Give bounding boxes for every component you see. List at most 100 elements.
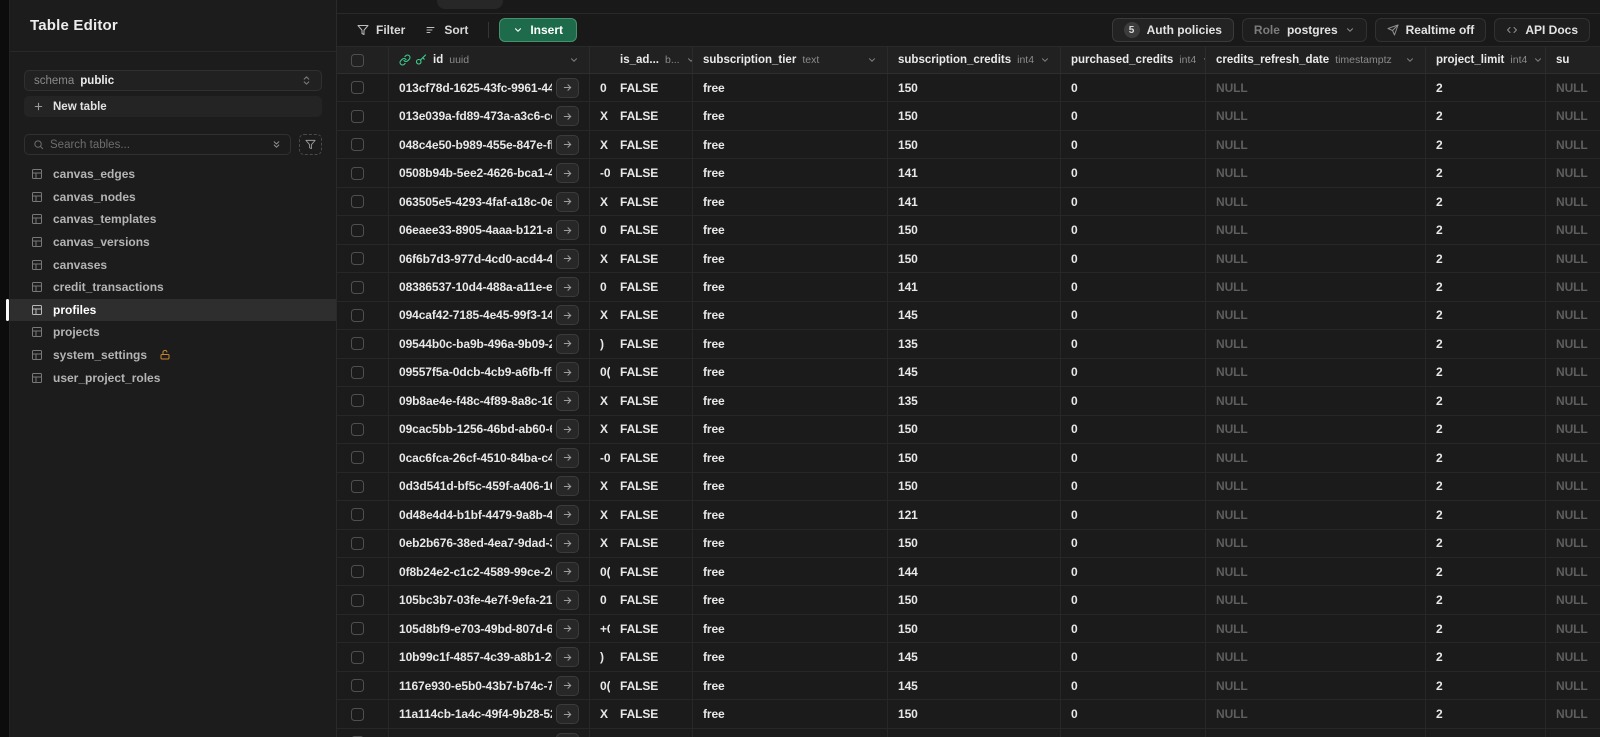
cell-id[interactable]: 09544b0c-ba9b-496a-9b09-244... (389, 330, 590, 358)
cell-purchased-credits[interactable]: 0 (1061, 415, 1206, 444)
column-header-clipped[interactable] (590, 47, 610, 73)
cell-purchased-credits[interactable]: 0 (1061, 301, 1206, 330)
cell-is-admin[interactable]: FALSE (610, 614, 693, 643)
row-checkbox[interactable] (351, 81, 364, 95)
cell-clipped[interactable]: X (590, 245, 610, 272)
cell-purchased-credits[interactable]: 0 (1061, 74, 1206, 102)
cell-is-admin[interactable]: FALSE (610, 529, 693, 557)
cell-clipped[interactable]: 0 (590, 216, 610, 243)
cell-project-limit[interactable]: 2 (1426, 358, 1546, 387)
cell-subscription-tier[interactable]: free (693, 102, 888, 130)
sidebar-table-item[interactable]: canvases (10, 253, 336, 276)
sidebar-table-item[interactable]: canvas_versions (10, 231, 336, 254)
cell-is-admin[interactable]: FALSE (610, 671, 693, 700)
schema-select[interactable]: schema public (24, 70, 322, 91)
cell-purchased-credits[interactable]: 0 (1061, 187, 1206, 216)
cell-subscription-credits[interactable]: 150 (888, 472, 1061, 501)
cell-is-admin[interactable]: FALSE (610, 586, 693, 614)
cell-project-limit[interactable]: 2 (1426, 159, 1546, 187)
cell-subscription-tier[interactable]: free (693, 415, 888, 444)
cell-id[interactable]: 09cac5bb-1256-46bd-ab60-64ed... (389, 415, 590, 444)
chevrons-down-icon[interactable] (271, 139, 282, 150)
cell-is-admin[interactable]: FALSE (610, 244, 693, 273)
filter-button[interactable]: Filter (347, 18, 415, 42)
cell-purchased-credits[interactable]: 0 (1061, 472, 1206, 501)
cell-purchased-credits[interactable]: 0 (1061, 387, 1206, 415)
cell-subscription-credits[interactable]: 150 (888, 614, 1061, 643)
cell-project-limit[interactable]: 2 (1426, 74, 1546, 102)
select-all-checkbox[interactable] (351, 53, 364, 67)
sidebar-table-item[interactable]: user_project_roles (10, 366, 336, 389)
cell-clipped[interactable]: X (590, 416, 610, 443)
cell-subscription-credits[interactable]: 141 (888, 273, 1061, 301)
cell-purchased-credits[interactable]: 0 (1061, 586, 1206, 614)
sidebar-table-item[interactable]: profiles (10, 298, 336, 322)
cell-subscription-credits[interactable]: 150 (888, 216, 1061, 244)
cell-su[interactable]: NULL (1546, 330, 1600, 357)
cell-credits-refresh-date[interactable]: NULL (1206, 700, 1426, 728)
cell-subscription-tier[interactable]: free (693, 358, 888, 387)
cell-credits-refresh-date[interactable]: NULL (1206, 102, 1426, 130)
cell-su[interactable]: NULL (1546, 102, 1600, 129)
cell-id[interactable]: 094caf42-7185-4e45-99f3-14abee... (389, 301, 590, 330)
row-checkbox[interactable] (351, 308, 364, 322)
cell-subscription-tier[interactable]: free (693, 330, 888, 358)
cell-subscription-tier[interactable]: free (693, 130, 888, 159)
cell-subscription-tier[interactable]: free (693, 301, 888, 330)
row-checkbox[interactable] (351, 508, 364, 522)
expand-row-button[interactable] (556, 533, 579, 554)
cell-is-admin[interactable]: FALSE (610, 501, 693, 529)
row-checkbox[interactable] (351, 451, 364, 465)
row-checkbox[interactable] (351, 280, 364, 294)
cell-is-admin[interactable]: FALSE (610, 557, 693, 586)
cell-credits-refresh-date[interactable]: NULL (1206, 614, 1426, 643)
cell-clipped[interactable]: X (590, 473, 610, 500)
sort-button[interactable]: Sort (415, 18, 478, 42)
cell-purchased-credits[interactable]: 0 (1061, 671, 1206, 700)
cell-purchased-credits[interactable]: 0 (1061, 216, 1206, 244)
expand-row-button[interactable] (556, 476, 579, 497)
row-checkbox[interactable] (351, 622, 364, 636)
cell-id[interactable]: 105bc3b7-03fe-4e7f-9efa-21bb40... (389, 586, 590, 614)
cell-su[interactable]: NULL (1546, 131, 1600, 158)
cell-su[interactable]: NULL (1546, 672, 1600, 699)
api-docs-button[interactable]: API Docs (1494, 18, 1590, 42)
cell-is-admin[interactable]: FALSE (610, 472, 693, 501)
search-tables-box[interactable] (24, 134, 291, 155)
cell-is-admin[interactable]: FALSE (610, 102, 693, 130)
cell-id[interactable]: 013e039a-fd89-473a-a3c6-ccfa9... (389, 102, 590, 130)
cell-purchased-credits[interactable]: 0 (1061, 557, 1206, 586)
cell-subscription-credits[interactable]: 121 (888, 501, 1061, 529)
cell-su[interactable]: NULL (1546, 444, 1600, 471)
cell-credits-refresh-date[interactable]: NULL (1206, 358, 1426, 387)
new-table-button[interactable]: New table (24, 96, 322, 117)
cell-project-limit[interactable] (1426, 728, 1546, 737)
expand-row-button[interactable] (556, 504, 579, 525)
cell-clipped[interactable]: ) (590, 643, 610, 670)
cell-is-admin[interactable]: FALSE (610, 74, 693, 102)
cell-purchased-credits[interactable]: 0 (1061, 700, 1206, 728)
cell-purchased-credits[interactable]: 0 (1061, 358, 1206, 387)
cell-purchased-credits[interactable]: 0 (1061, 273, 1206, 301)
cell-clipped[interactable]: 0 (590, 586, 610, 613)
cell-id[interactable] (389, 728, 590, 737)
cell-is-admin[interactable]: FALSE (610, 643, 693, 671)
cell-purchased-credits[interactable]: 0 (1061, 501, 1206, 529)
cell-purchased-credits[interactable]: 0 (1061, 643, 1206, 671)
sidebar-table-item[interactable]: projects (10, 321, 336, 344)
cell-id[interactable]: 11a114cb-1a4c-49f4-9b28-52219ec... (389, 700, 590, 728)
cell-purchased-credits[interactable]: 0 (1061, 159, 1206, 187)
cell-credits-refresh-date[interactable]: NULL (1206, 501, 1426, 529)
sidebar-table-item[interactable]: credit_transactions (10, 276, 336, 299)
cell-subscription-tier[interactable]: free (693, 472, 888, 501)
cell-id[interactable]: 1167e930-e5b0-43b7-b74c-788c9... (389, 671, 590, 700)
cell-credits-refresh-date[interactable]: NULL (1206, 216, 1426, 244)
cell-subscription-credits[interactable]: 145 (888, 643, 1061, 671)
cell-project-limit[interactable]: 2 (1426, 700, 1546, 728)
cell-clipped[interactable]: 0 (590, 273, 610, 300)
cell-su[interactable]: NULL (1546, 216, 1600, 243)
cell-purchased-credits[interactable]: 0 (1061, 130, 1206, 159)
cell-purchased-credits[interactable]: 0 (1061, 330, 1206, 358)
cell-subscription-credits[interactable]: 145 (888, 358, 1061, 387)
cell-id[interactable]: 09557f5a-0dcb-4cb9-a6fb-fff366... (389, 358, 590, 387)
